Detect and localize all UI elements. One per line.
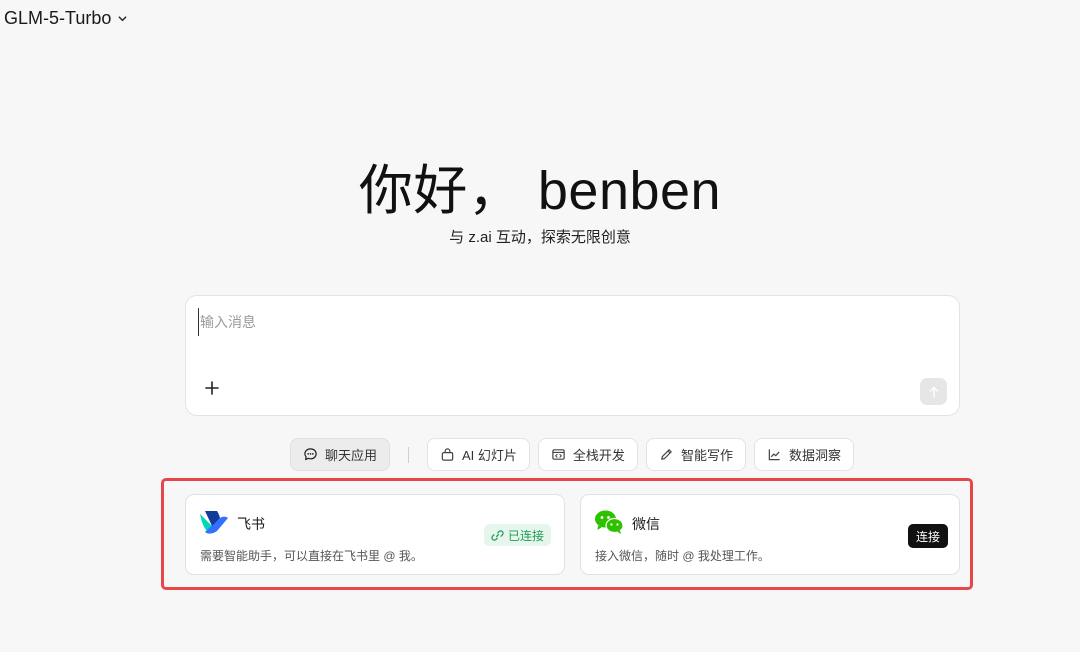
integration-description: 需要智能助手，可以直接在飞书里 @ 我。 xyxy=(200,549,423,563)
message-input[interactable] xyxy=(198,308,947,336)
presentation-icon xyxy=(441,448,454,461)
pen-icon xyxy=(661,449,672,460)
chip-fullstack-dev[interactable]: 全栈开发 xyxy=(537,438,638,471)
arrow-up-icon xyxy=(929,386,938,397)
chip-chat-app[interactable]: 聊天应用 xyxy=(290,438,391,471)
trend-chart-icon xyxy=(768,449,780,461)
integration-description: 接入微信，随时 @ 我处理工作。 xyxy=(595,549,770,563)
mode-chips: 聊天应用 AI 幻灯片 全栈开发 智能写作 数据洞察 xyxy=(290,438,854,471)
feishu-logo xyxy=(200,511,228,534)
plus-icon xyxy=(205,381,219,395)
status-label: 已连接 xyxy=(507,528,544,543)
message-composer xyxy=(185,295,960,416)
add-attachment-button[interactable] xyxy=(202,378,222,398)
integration-name: 微信 xyxy=(632,516,660,532)
link-icon xyxy=(491,529,504,541)
chat-bubble-icon xyxy=(304,448,317,461)
chip-ai-slides[interactable]: AI 幻灯片 xyxy=(427,438,530,471)
chip-label: 智能写作 xyxy=(680,448,733,463)
greeting-subtitle: 与 z.ai 互动，探索无限创意 xyxy=(449,229,631,246)
integration-card-wechat[interactable]: 微信 接入微信，随时 @ 我处理工作。 连接 xyxy=(580,494,960,575)
chip-data-insight[interactable]: 数据洞察 xyxy=(753,438,854,471)
chevron-down-icon xyxy=(118,16,127,22)
integration-card-feishu[interactable]: 飞书 需要智能助手，可以直接在飞书里 @ 我。 已连接 xyxy=(185,494,565,575)
wechat-logo xyxy=(595,510,624,534)
chip-label: 聊天应用 xyxy=(325,448,378,463)
chip-divider xyxy=(408,446,410,463)
code-window-icon xyxy=(552,449,565,460)
chip-label: AI 幻灯片 xyxy=(462,448,517,463)
model-name: GLM-5-Turbo xyxy=(4,8,112,28)
integration-name: 飞书 xyxy=(237,516,265,532)
connected-status-badge: 已连接 xyxy=(483,524,551,546)
chip-label: 全栈开发 xyxy=(572,448,625,463)
greeting-title: 你好， benben xyxy=(358,161,722,221)
chip-label: 数据洞察 xyxy=(788,448,841,463)
connect-button[interactable]: 连接 xyxy=(907,524,948,548)
send-button[interactable] xyxy=(920,378,947,405)
chip-smart-writing[interactable]: 智能写作 xyxy=(645,438,746,471)
model-selector[interactable]: GLM-5-Turbo xyxy=(4,8,128,29)
